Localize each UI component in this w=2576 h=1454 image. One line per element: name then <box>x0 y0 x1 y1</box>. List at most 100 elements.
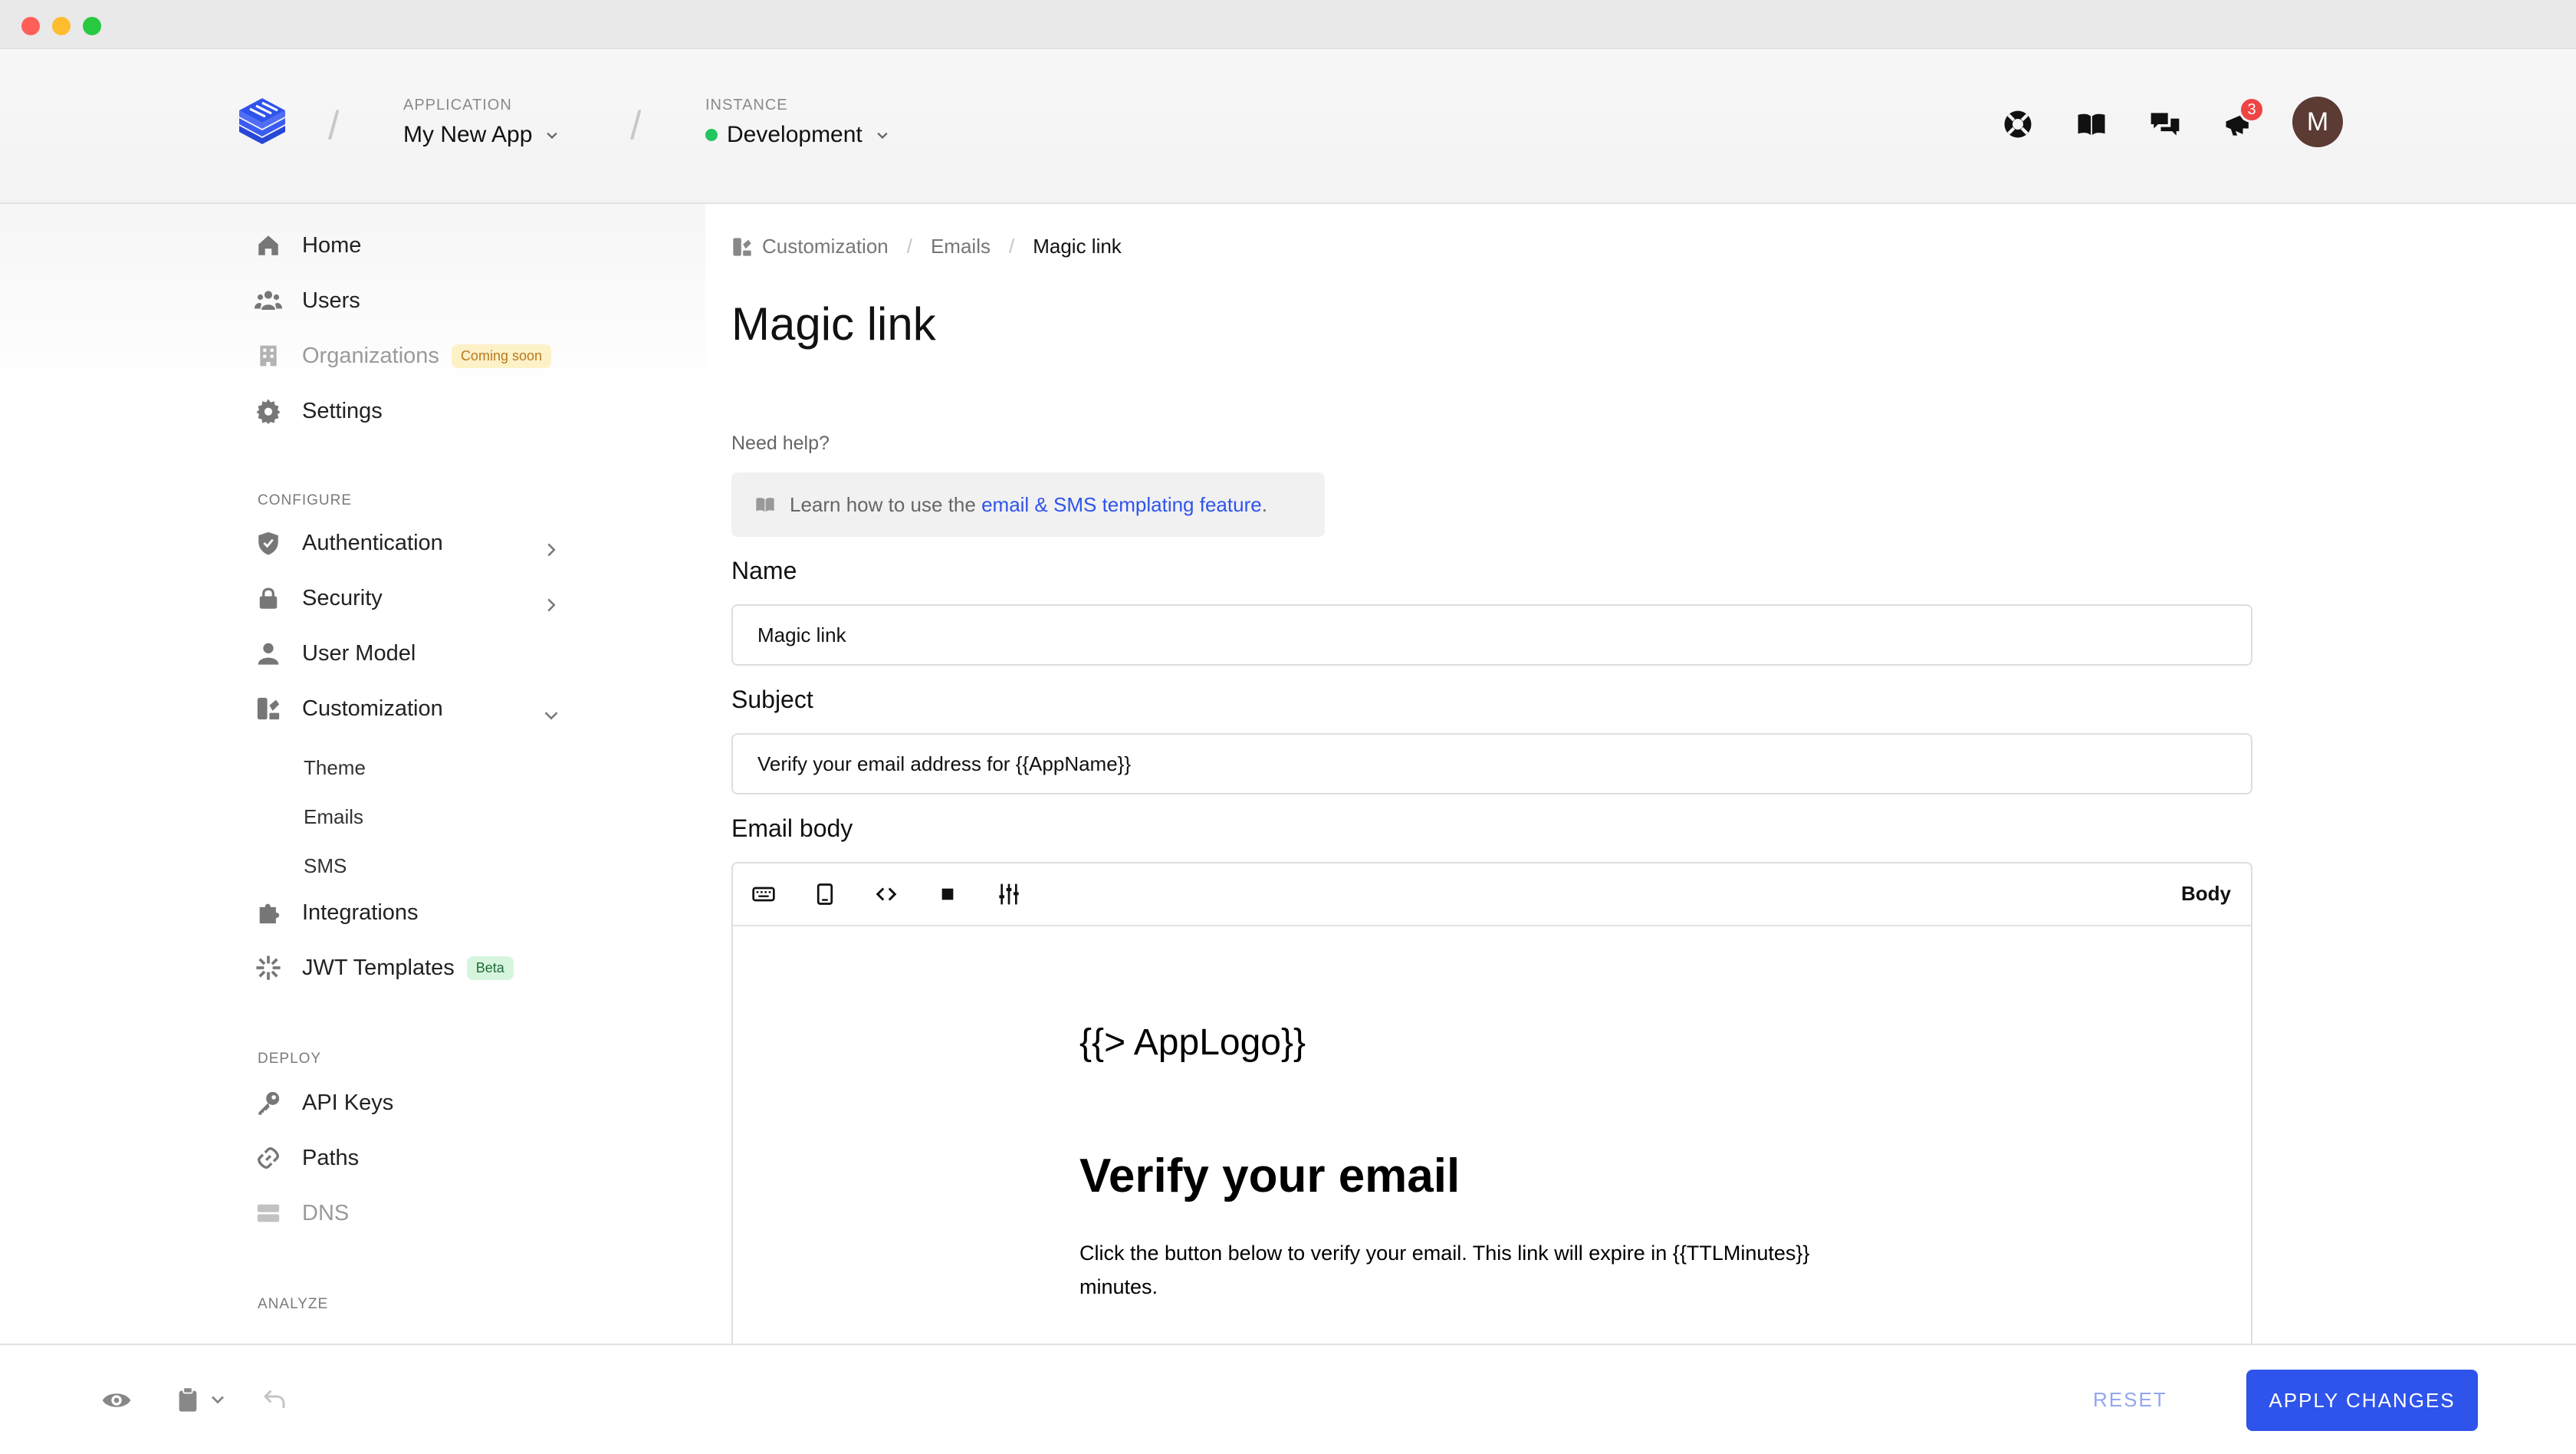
chevron-down-icon[interactable] <box>540 704 563 727</box>
puzzle-icon <box>255 899 282 926</box>
email-body-text: Click the button below to verify your em… <box>1079 1242 1810 1298</box>
sidebar-subitem-emails[interactable]: Emails <box>304 805 363 829</box>
instance-switcher[interactable]: INSTANCE Development <box>705 97 893 148</box>
window-titlebar <box>0 0 2576 49</box>
section-title-deploy: DEPLOY <box>258 1051 322 1067</box>
sidebar-item-dns: DNS <box>255 1199 349 1227</box>
chevron-down-icon <box>212 1396 224 1404</box>
customization-icon <box>733 237 751 256</box>
help-callout: Learn how to use the email & SMS templat… <box>731 472 1325 537</box>
apply-changes-button[interactable]: APPLY CHANGES <box>2246 1370 2478 1431</box>
notification-count-badge: 3 <box>2239 97 2265 123</box>
name-field-value: Magic link <box>757 623 846 646</box>
editor-toolbar: Body <box>733 864 2251 926</box>
chat-icon[interactable] <box>2147 106 2183 143</box>
sidebar-subitem-theme[interactable]: Theme <box>304 756 366 780</box>
main-content: Customization / Emails / Magic link Magi… <box>731 204 2252 1353</box>
help-label: Need help? <box>731 433 830 454</box>
sidebar-item-settings[interactable]: Settings <box>255 397 383 425</box>
email-body-label: Email body <box>731 814 853 842</box>
jwt-icon <box>255 954 282 982</box>
breadcrumb-item-customization[interactable]: Customization <box>731 235 889 258</box>
application-label: APPLICATION <box>403 97 512 113</box>
keyboard-icon[interactable] <box>750 880 777 908</box>
sidebar-item-label: JWT Templates <box>302 955 455 980</box>
application-switcher[interactable]: APPLICATION My New App <box>403 97 563 148</box>
mobile-preview-icon[interactable] <box>811 880 839 908</box>
reset-button[interactable]: RESET <box>2093 1388 2167 1412</box>
sidebar-item-integrations[interactable]: Integrations <box>255 899 419 926</box>
eye-icon[interactable] <box>101 1385 132 1416</box>
sidebar-item-label: Authentication <box>302 530 443 555</box>
breadcrumb-item-current: Magic link <box>1033 235 1122 258</box>
docs-book-icon[interactable] <box>2073 106 2110 143</box>
sidebar-item-jwt-templates[interactable]: JWT Templates Beta <box>255 954 514 982</box>
clipboard-menu[interactable] <box>175 1385 228 1414</box>
templating-docs-link[interactable]: email & SMS templating feature <box>981 493 1262 516</box>
instance-label: INSTANCE <box>705 97 788 113</box>
body-mode-label[interactable]: Body <box>2181 882 2231 906</box>
undo-icon[interactable] <box>261 1385 288 1413</box>
brand-logo-icon[interactable] <box>235 95 290 150</box>
maximize-window-button[interactable] <box>83 17 101 35</box>
sidebar-item-label: Home <box>302 232 362 258</box>
sidebar-item-paths[interactable]: Paths <box>255 1144 359 1172</box>
announcements-icon[interactable]: 3 <box>2220 97 2265 143</box>
sidebar-item-user-model[interactable]: User Model <box>255 640 416 667</box>
minimize-window-button[interactable] <box>52 17 71 35</box>
chevron-down-icon <box>877 132 888 140</box>
sidebar-item-label: Integrations <box>302 900 419 925</box>
sidebar-item-label: Paths <box>302 1145 360 1170</box>
sidebar-item-label: Security <box>302 585 383 610</box>
user-icon <box>255 640 282 667</box>
sidebar-item-customization[interactable]: Customization <box>255 695 443 722</box>
code-icon[interactable] <box>872 880 900 908</box>
sidebar-item-label: Settings <box>302 398 383 423</box>
adjustments-icon[interactable] <box>995 880 1023 908</box>
breadcrumb-separator: / <box>906 235 912 258</box>
close-window-button[interactable] <box>21 17 40 35</box>
help-text-suffix: . <box>1261 492 1267 516</box>
sidebar-subitem-sms[interactable]: SMS <box>304 854 347 878</box>
support-icon[interactable] <box>1999 106 2036 143</box>
sidebar-item-users[interactable]: Users <box>255 287 360 314</box>
name-field[interactable]: Magic link <box>731 604 2252 666</box>
chevron-right-icon[interactable] <box>540 538 563 561</box>
building-icon <box>255 342 282 370</box>
sidebar-item-authentication[interactable]: Authentication <box>255 529 443 557</box>
coming-soon-badge: Coming soon <box>451 344 551 368</box>
breadcrumb-label: Customization <box>762 235 889 258</box>
breadcrumb-separator: / <box>1008 235 1015 258</box>
avatar[interactable]: M <box>2292 97 2343 147</box>
key-icon <box>255 1089 282 1117</box>
sidebar-item-home[interactable]: Home <box>255 232 361 259</box>
link-icon <box>255 1144 282 1172</box>
sidebar-item-label: User Model <box>302 640 416 666</box>
chevron-right-icon[interactable] <box>540 594 563 617</box>
stop-icon[interactable] <box>934 880 961 908</box>
sidebar-item-security[interactable]: Security <box>255 584 383 612</box>
sidebar-item-label: Organizations <box>302 343 439 368</box>
subject-label: Subject <box>731 686 813 713</box>
beta-badge: Beta <box>466 956 514 980</box>
gear-icon <box>255 397 282 425</box>
name-label: Name <box>731 557 797 584</box>
breadcrumb-item-emails[interactable]: Emails <box>931 235 991 258</box>
email-preview: {{> AppLogo}} Verify your email Click th… <box>733 926 2251 1351</box>
section-title-configure: CONFIGURE <box>258 492 352 508</box>
sidebar-item-label: API Keys <box>302 1090 394 1115</box>
sidebar-item-label: DNS <box>302 1200 350 1225</box>
customization-icon <box>255 695 282 722</box>
book-icon <box>756 498 774 512</box>
subject-field[interactable]: Verify your email address for {{AppName}… <box>731 733 2252 794</box>
sidebar-item-api-keys[interactable]: API Keys <box>255 1089 393 1117</box>
instance-status-dot <box>705 129 718 141</box>
chevron-down-icon <box>547 132 558 140</box>
app-logo-placeholder: {{> AppLogo}} <box>1079 1022 1306 1063</box>
sidebar-item-organizations: Organizations Coming soon <box>255 342 551 370</box>
server-icon <box>255 1199 282 1227</box>
email-heading: Verify your email <box>1079 1150 1460 1202</box>
shield-icon <box>255 529 282 557</box>
email-body-editor: Body {{> AppLogo}} Verify your email Cli… <box>731 862 2252 1353</box>
top-header: / APPLICATION My New App / INSTANCE Deve… <box>0 49 2576 204</box>
